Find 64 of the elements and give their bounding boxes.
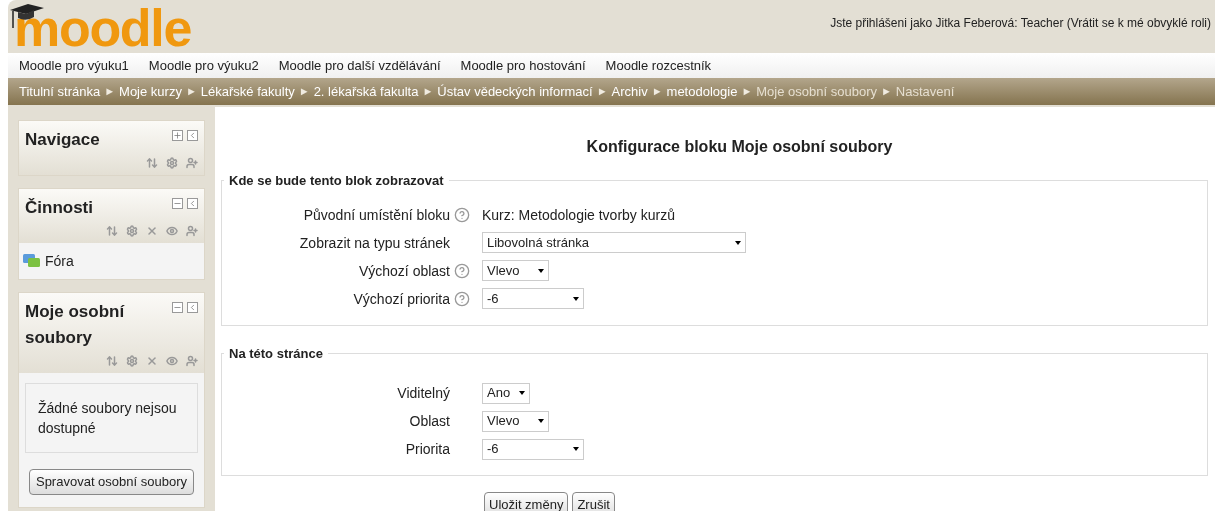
breadcrumb-separator: ► [185,84,197,100]
select-field[interactable]: Vlevo [482,260,549,281]
select-field[interactable]: Ano [482,382,530,404]
field-value: Kurz: Metodologie tvorby kurzů [482,205,675,225]
move-icon[interactable] [146,157,158,169]
page-title: Konfigurace bloku Moje osobní soubory [585,137,894,157]
save-button[interactable]: Uložit změny [484,492,569,511]
breadcrumb-separator: ► [298,84,310,100]
breadcrumb-separator: ► [651,84,663,100]
field-label: Výchozí oblast [358,261,450,281]
select-field[interactable]: -6 [482,288,584,309]
select-field[interactable]: Vlevo [482,410,549,432]
eye-icon[interactable] [166,355,178,367]
breadcrumb-item: Moje osobní soubory [756,82,877,101]
help-icon[interactable] [454,290,470,307]
block-title: Navigace [25,129,100,151]
cancel-button[interactable]: Zrušit [572,492,615,511]
breadcrumb-separator: ► [104,84,116,100]
eye-icon[interactable] [166,225,178,237]
close-icon[interactable] [146,355,158,367]
select-field[interactable]: -6 [482,438,584,460]
move-icon[interactable] [106,225,118,237]
help-icon[interactable] [454,206,470,223]
expand-icon[interactable] [172,130,183,141]
field-label: Původní umístění bloku [303,205,450,225]
breadcrumb-separator: ► [741,84,753,100]
fieldset-legend: Na této stránce [224,343,328,363]
login-info: Jste přihlášeni jako Jitka Feberová: Teacher (Vrátit se k mé obvyklé roli) [830,15,1211,32]
breadcrumb-separator: ► [422,84,434,100]
field-label: Výchozí priorita [353,289,450,309]
menu-item[interactable]: Moodle pro hostování [460,55,586,76]
empty-files-message: Žádné soubory nejsou dostupné [37,399,178,438]
breadcrumb-item: Nastavení [895,82,955,101]
field-label: Viditelný [397,384,450,403]
block-title: Moje osobní soubory [25,301,126,349]
collapse-icon[interactable] [172,198,183,209]
settings-icon[interactable] [166,157,178,169]
menu-item[interactable]: Moodle rozcestník [605,55,712,76]
collapse-icon[interactable] [172,302,183,313]
close-icon[interactable] [146,225,158,237]
forum-link[interactable]: Fóra [45,251,74,271]
breadcrumb-separator: ► [880,84,892,100]
chat-bubbles-icon [23,253,41,269]
fieldset-legend: Kde se bude tento blok zobrazovat [224,171,449,191]
menu-item[interactable]: Moodle pro výuku2 [148,55,259,76]
user-plus-icon[interactable] [186,157,198,169]
field-label: Priorita [405,440,450,459]
user-plus-icon[interactable] [186,355,198,367]
settings-icon[interactable] [126,225,138,237]
manage-files-button[interactable]: Spravovat osobní soubory [28,469,194,495]
help-icon[interactable] [454,262,470,279]
dock-icon[interactable] [187,130,198,141]
menu-item[interactable]: Moodle pro výuku1 [19,55,129,76]
move-icon[interactable] [106,355,118,367]
menu-item[interactable]: Moodle pro další vzdělávání [278,55,441,76]
field-label: Oblast [409,412,450,431]
select-field[interactable]: Libovolná stránka [482,232,746,253]
breadcrumb-separator: ► [596,84,608,100]
dock-icon[interactable] [187,198,198,209]
field-label: Zobrazit na typu stránek [299,233,450,253]
block-title: Činnosti [25,197,93,219]
settings-icon[interactable] [126,355,138,367]
user-plus-icon[interactable] [186,225,198,237]
dock-icon[interactable] [187,302,198,313]
